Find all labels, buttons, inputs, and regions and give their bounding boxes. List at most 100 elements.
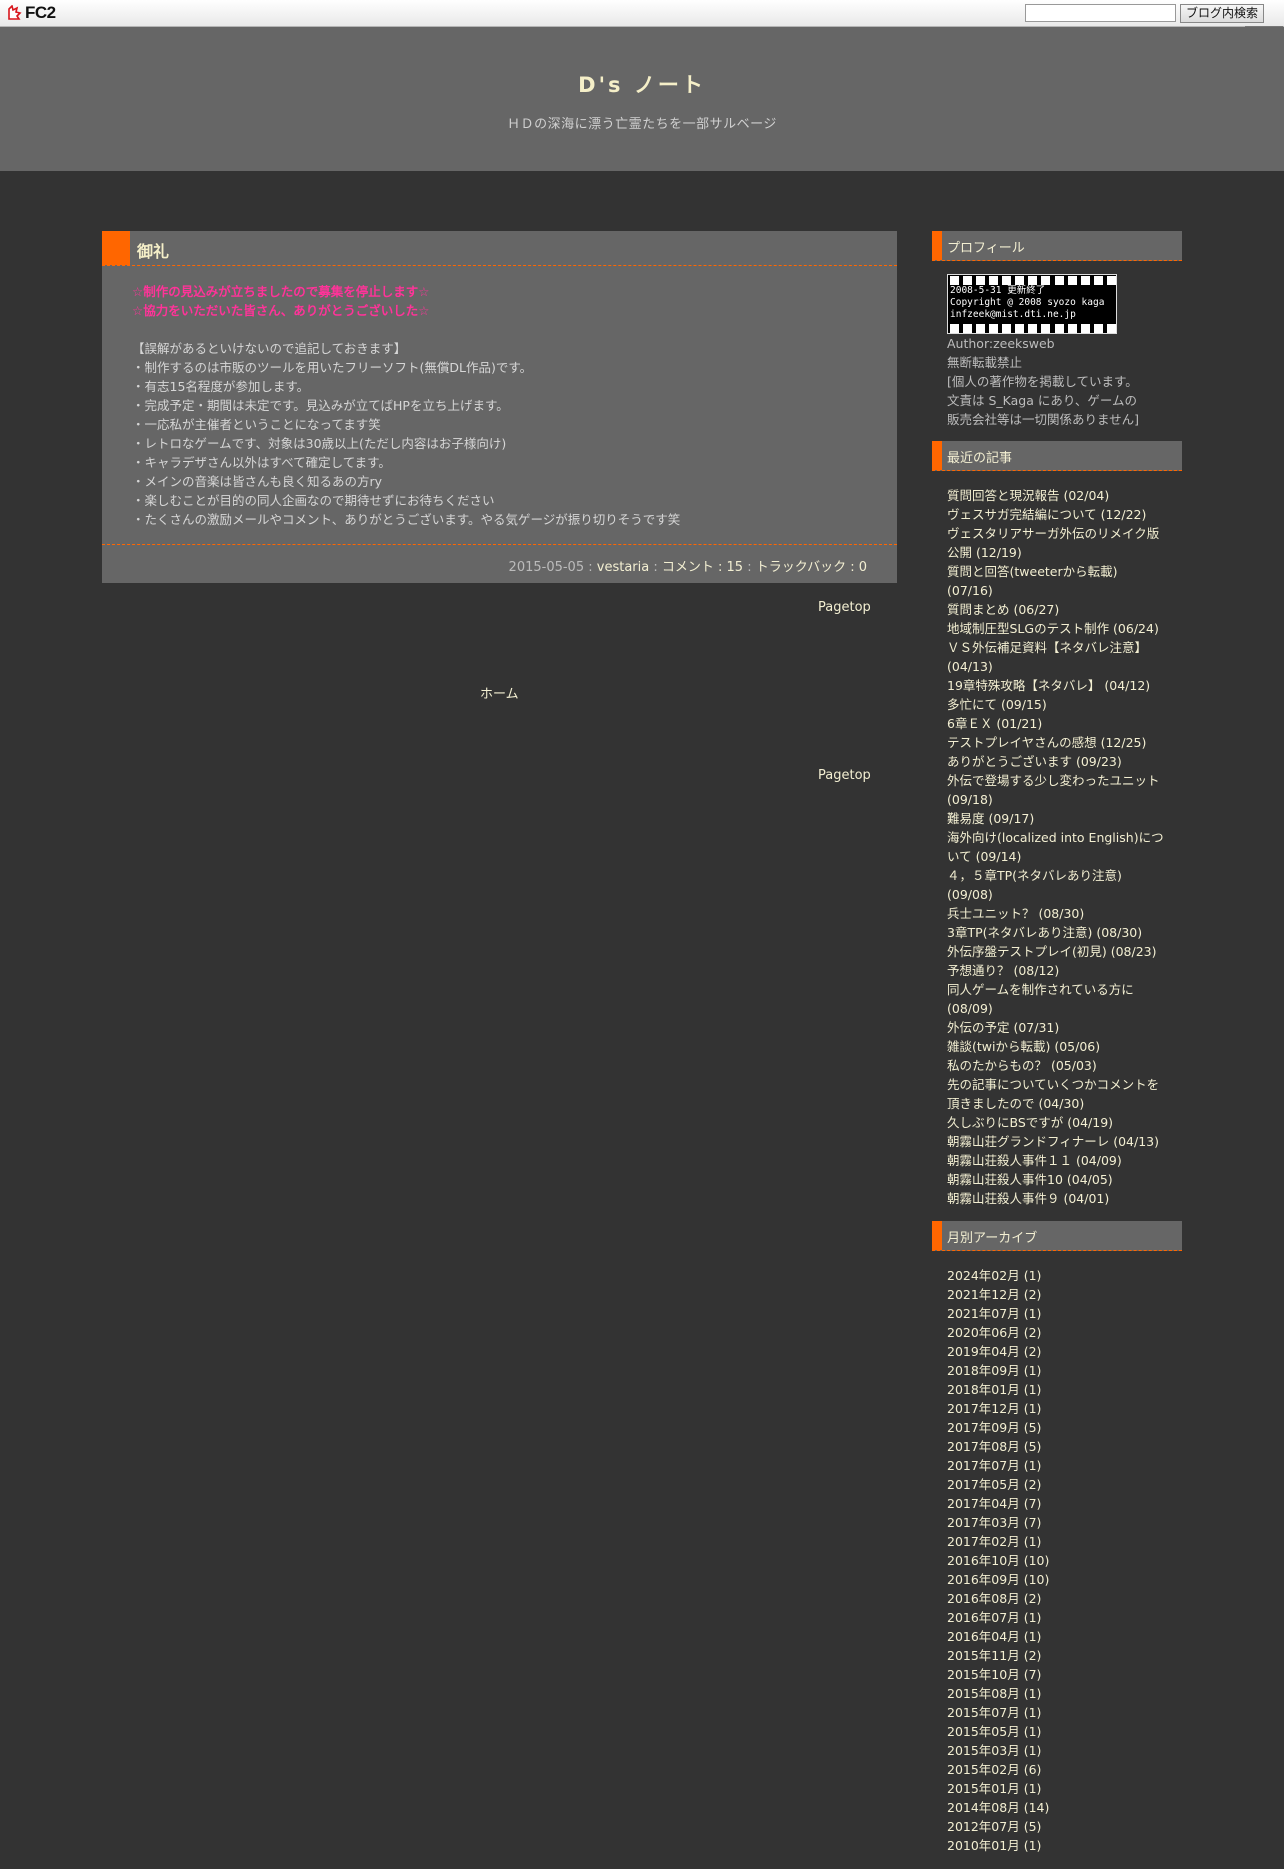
recent-entry-item[interactable]: 難易度 (09/17)	[947, 809, 1167, 828]
archive-month-item-link[interactable]: 2015年11月 (2)	[947, 1648, 1041, 1663]
recent-entry-item-link[interactable]: 兵士ユニット？ (08/30)	[947, 906, 1084, 921]
archive-month-item-link[interactable]: 2012年07月 (5)	[947, 1819, 1041, 1834]
recent-entry-item[interactable]: 質問と回答(tweeterから転載) (07/16)	[947, 562, 1167, 600]
archive-month-item[interactable]: 2024年02月 (1)	[947, 1266, 1167, 1285]
recent-entry-item-link[interactable]: ヴェスサガ完結編について (12/22)	[947, 507, 1146, 522]
archive-month-item-link[interactable]: 2015年05月 (1)	[947, 1724, 1041, 1739]
archive-month-item[interactable]: 2020年06月 (2)	[947, 1323, 1167, 1342]
recent-entry-item-link[interactable]: 19章特殊攻略【ネタバレ】 (04/12)	[947, 678, 1150, 693]
archive-month-item[interactable]: 2021年07月 (1)	[947, 1304, 1167, 1323]
archive-month-item-link[interactable]: 2017年09月 (5)	[947, 1420, 1041, 1435]
recent-entry-item-link[interactable]: 地域制圧型SLGのテスト制作 (06/24)	[947, 621, 1159, 636]
recent-entry-item[interactable]: 地域制圧型SLGのテスト制作 (06/24)	[947, 619, 1167, 638]
archive-month-item-link[interactable]: 2018年01月 (1)	[947, 1382, 1041, 1397]
archive-month-item[interactable]: 2016年09月 (10)	[947, 1570, 1167, 1589]
archive-month-item-link[interactable]: 2021年12月 (2)	[947, 1287, 1041, 1302]
archive-month-item[interactable]: 2012年07月 (5)	[947, 1817, 1167, 1836]
archive-month-item[interactable]: 2021年12月 (2)	[947, 1285, 1167, 1304]
archive-month-item[interactable]: 2017年05月 (2)	[947, 1475, 1167, 1494]
archive-month-item-link[interactable]: 2017年08月 (5)	[947, 1439, 1041, 1454]
archive-month-item-link[interactable]: 2010年01月 (1)	[947, 1838, 1041, 1853]
recent-entry-item[interactable]: 朝霧山荘殺人事件１１ (04/09)	[947, 1151, 1167, 1170]
recent-entry-item[interactable]: ＶＳ外伝補足資料【ネタバレ注意】(04/13)	[947, 638, 1167, 676]
archive-month-item-link[interactable]: 2016年10月 (10)	[947, 1553, 1049, 1568]
recent-entry-item[interactable]: ヴェスタリアサーガ外伝のリメイク版公開 (12/19)	[947, 524, 1167, 562]
archive-month-item-link[interactable]: 2015年01月 (1)	[947, 1781, 1041, 1796]
recent-entry-item[interactable]: 先の記事についていくつかコメントを頂きましたので (04/30)	[947, 1075, 1167, 1113]
archive-month-item[interactable]: 2017年08月 (5)	[947, 1437, 1167, 1456]
archive-month-item[interactable]: 2018年09月 (1)	[947, 1361, 1167, 1380]
recent-entry-item[interactable]: 外伝で登場する少し変わったユニット (09/18)	[947, 771, 1167, 809]
archive-month-item-link[interactable]: 2018年09月 (1)	[947, 1363, 1041, 1378]
archive-month-item-link[interactable]: 2015年03月 (1)	[947, 1743, 1041, 1758]
recent-entry-item-link[interactable]: 6章ＥＸ (01/21)	[947, 716, 1042, 731]
recent-entry-item-link[interactable]: 朝霧山荘殺人事件10 (04/05)	[947, 1172, 1113, 1187]
entry-trackbacks-link[interactable]: トラックバック : 0	[756, 560, 867, 575]
archive-month-item[interactable]: 2015年02月 (6)	[947, 1760, 1167, 1779]
recent-entry-item[interactable]: 外伝序盤テストプレイ(初見) (08/23)	[947, 942, 1167, 961]
fc2-logo[interactable]: FC2	[6, 3, 56, 23]
recent-entry-item[interactable]: 兵士ユニット？ (08/30)	[947, 904, 1167, 923]
archive-month-item-link[interactable]: 2016年09月 (10)	[947, 1572, 1049, 1587]
archive-month-item-link[interactable]: 2017年04月 (7)	[947, 1496, 1041, 1511]
recent-entry-item[interactable]: 私のたからもの？ (05/03)	[947, 1056, 1167, 1075]
archive-month-item[interactable]: 2016年07月 (1)	[947, 1608, 1167, 1627]
archive-month-item[interactable]: 2015年03月 (1)	[947, 1741, 1167, 1760]
archive-month-item[interactable]: 2017年02月 (1)	[947, 1532, 1167, 1551]
archive-month-item[interactable]: 2017年07月 (1)	[947, 1456, 1167, 1475]
archive-month-item[interactable]: 2016年08月 (2)	[947, 1589, 1167, 1608]
recent-entry-item[interactable]: テストプレイヤさんの感想 (12/25)	[947, 733, 1167, 752]
archive-month-item[interactable]: 2016年10月 (10)	[947, 1551, 1167, 1570]
recent-entry-item[interactable]: 朝霧山荘殺人事件９ (04/01)	[947, 1189, 1167, 1208]
recent-entry-item[interactable]: ４，５章TP(ネタバレあり注意) (09/08)	[947, 866, 1167, 904]
archive-month-item-link[interactable]: 2024年02月 (1)	[947, 1268, 1041, 1283]
entry-comments-link[interactable]: コメント : 15	[662, 560, 743, 575]
recent-entry-item[interactable]: 雑談(twiから転載) (05/06)	[947, 1037, 1167, 1056]
recent-entry-item-link[interactable]: 朝霧山荘殺人事件１１ (04/09)	[947, 1153, 1122, 1168]
archive-month-item[interactable]: 2014年08月 (14)	[947, 1798, 1167, 1817]
recent-entry-item-link[interactable]: 質問回答と現況報告 (02/04)	[947, 488, 1109, 503]
archive-month-item[interactable]: 2017年09月 (5)	[947, 1418, 1167, 1437]
entry-author-link[interactable]: vestaria	[597, 560, 649, 575]
recent-entry-item[interactable]: 3章TP(ネタバレあり注意) (08/30)	[947, 923, 1167, 942]
recent-entry-item[interactable]: 外伝の予定 (07/31)	[947, 1018, 1167, 1037]
archive-month-item-link[interactable]: 2020年06月 (2)	[947, 1325, 1041, 1340]
recent-entry-item-link[interactable]: 雑談(twiから転載) (05/06)	[947, 1039, 1100, 1054]
archive-month-item-link[interactable]: 2015年08月 (1)	[947, 1686, 1041, 1701]
recent-entry-item-link[interactable]: 3章TP(ネタバレあり注意) (08/30)	[947, 925, 1142, 940]
archive-month-item[interactable]: 2015年10月 (7)	[947, 1665, 1167, 1684]
pagetop-link[interactable]: Pagetop	[818, 768, 871, 783]
archive-month-item-link[interactable]: 2015年10月 (7)	[947, 1667, 1041, 1682]
recent-entry-item-link[interactable]: ４，５章TP(ネタバレあり注意) (09/08)	[947, 868, 1122, 902]
archive-month-item[interactable]: 2015年11月 (2)	[947, 1646, 1167, 1665]
recent-entry-item[interactable]: ヴェスサガ完結編について (12/22)	[947, 505, 1167, 524]
recent-entry-item-link[interactable]: 私のたからもの？ (05/03)	[947, 1058, 1097, 1073]
recent-entry-item[interactable]: ありがとうございます (09/23)	[947, 752, 1167, 771]
archive-month-item-link[interactable]: 2015年07月 (1)	[947, 1705, 1041, 1720]
recent-entry-item[interactable]: 同人ゲームを制作されている方に (08/09)	[947, 980, 1167, 1018]
archive-month-item-link[interactable]: 2017年07月 (1)	[947, 1458, 1041, 1473]
archive-month-item[interactable]: 2015年01月 (1)	[947, 1779, 1167, 1798]
recent-entry-item-link[interactable]: 外伝序盤テストプレイ(初見) (08/23)	[947, 944, 1157, 959]
archive-month-item[interactable]: 2016年04月 (1)	[947, 1627, 1167, 1646]
archive-month-item[interactable]: 2017年12月 (1)	[947, 1399, 1167, 1418]
archive-month-item-link[interactable]: 2021年07月 (1)	[947, 1306, 1041, 1321]
blog-search-button[interactable]: ブログ内検索	[1180, 4, 1264, 23]
archive-month-item[interactable]: 2019年04月 (2)	[947, 1342, 1167, 1361]
archive-month-item[interactable]: 2015年07月 (1)	[947, 1703, 1167, 1722]
archive-month-item-link[interactable]: 2017年03月 (7)	[947, 1515, 1041, 1530]
archive-month-item-link[interactable]: 2016年08月 (2)	[947, 1591, 1041, 1606]
recent-entry-item-link[interactable]: 外伝の予定 (07/31)	[947, 1020, 1059, 1035]
recent-entry-item-link[interactable]: 予想通り？ (08/12)	[947, 963, 1059, 978]
recent-entry-item-link[interactable]: 朝霧山荘グランドフィナーレ (04/13)	[947, 1134, 1159, 1149]
recent-entry-item-link[interactable]: 朝霧山荘殺人事件９ (04/01)	[947, 1191, 1109, 1206]
entry-title[interactable]: 御礼	[137, 238, 169, 262]
archive-month-item-link[interactable]: 2016年07月 (1)	[947, 1610, 1041, 1625]
recent-entry-item[interactable]: 6章ＥＸ (01/21)	[947, 714, 1167, 733]
recent-entry-item[interactable]: 予想通り？ (08/12)	[947, 961, 1167, 980]
recent-entry-item-link[interactable]: ＶＳ外伝補足資料【ネタバレ注意】(04/13)	[947, 640, 1147, 674]
archive-month-item-link[interactable]: 2017年02月 (1)	[947, 1534, 1041, 1549]
recent-entry-item[interactable]: 19章特殊攻略【ネタバレ】 (04/12)	[947, 676, 1167, 695]
archive-month-item[interactable]: 2010年01月 (1)	[947, 1836, 1167, 1855]
archive-month-item[interactable]: 2018年01月 (1)	[947, 1380, 1167, 1399]
